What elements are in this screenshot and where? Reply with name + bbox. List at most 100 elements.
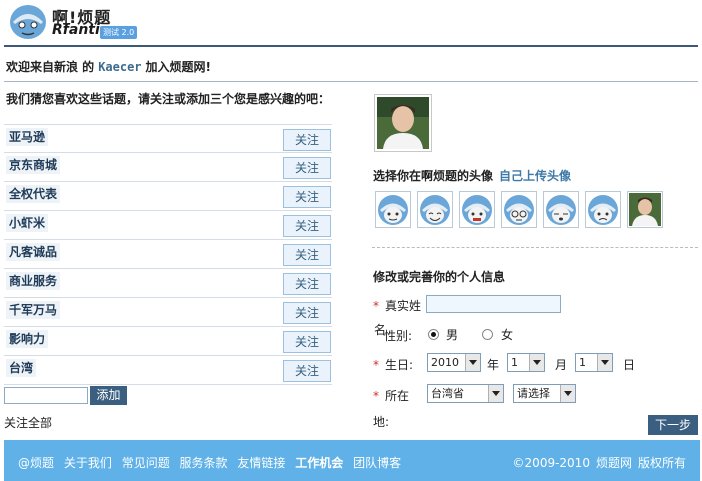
avatar-option-sad[interactable] [585,191,621,228]
default-face-icon [378,195,408,225]
topic-row: 千军万马 关注 [4,298,332,327]
section-divider [372,247,698,248]
follow-all-link[interactable]: 关注全部 [4,414,52,431]
topic-label[interactable]: 京东商城 [6,156,61,174]
month-unit: 月 [555,358,568,372]
site-name-en: Rfanti [52,22,100,38]
choose-avatar-label: 选择你在啊烦题的头像 [373,169,494,183]
footer: @烦题 关于我们 常见问题 服务条款 友情链接 工作机会 团队博客 ©2009-… [4,440,700,481]
copyright-site[interactable]: 烦题网 [596,456,632,470]
topic-label[interactable]: 商业服务 [6,272,61,290]
location-label: * 所在 [373,389,410,403]
avatar-option-glasses[interactable] [501,191,537,228]
avatar-option-smile[interactable] [417,191,453,228]
footer-copyright: ©2009-2010 烦题网 版权所有 [507,454,686,471]
gender-label: 性别: [384,329,413,343]
topic-list: 亚马逊 关注 京东商城 关注 全权代表 关注 小虾米 关注 凡客诚品 关注 商业… [4,124,332,385]
welcome-username[interactable]: Kaecer [98,60,141,74]
chevron-down-icon [529,354,544,371]
choose-avatar-heading: 选择你在啊烦题的头像 自己上传头像 [373,167,571,184]
chevron-down-icon [465,354,480,371]
gender-female-label: 女 [501,328,514,342]
copyright-years: ©2009-2010 [512,456,590,470]
topic-label[interactable]: 千军万马 [6,301,61,319]
birth-month-select[interactable]: 1 [507,353,545,372]
province-select[interactable]: 台湾省 [427,384,504,403]
topic-label[interactable]: 全权代表 [6,185,61,203]
birth-year-select[interactable]: 2010 [427,353,481,372]
add-topic-button[interactable]: 添加 [90,386,127,405]
topic-row: 京东商城 关注 [4,153,332,182]
copyright-rights: 版权所有 [637,456,686,470]
topic-row: 影响力 关注 [4,327,332,356]
logo-icon [10,5,46,39]
add-topic-input[interactable] [4,387,88,404]
birthday-label: * 生日: [373,358,414,372]
chevron-down-icon [488,385,503,402]
topic-row: 全权代表 关注 [4,182,332,211]
name-label: * 真实姓 [373,299,422,313]
version-badge: 测试 2.0 [100,26,138,39]
topic-label[interactable]: 小虾米 [6,214,49,232]
chevron-down-icon [560,385,575,402]
location-label-wrap: 地: [373,415,390,429]
footer-link-friends[interactable]: 友情链接 [237,456,285,470]
required-mark: * [373,299,379,313]
glasses-face-icon [504,195,534,225]
welcome-message: 欢迎来自新浪 的 Kaecer 加入烦题网! [6,58,211,75]
avatar-options [375,191,675,229]
follow-button[interactable]: 关注 [283,273,331,295]
topic-row: 亚马逊 关注 [4,124,332,153]
header-divider [4,45,698,47]
year-unit: 年 [487,358,500,372]
footer-link-terms[interactable]: 服务条款 [180,456,228,470]
avatar-option-grin[interactable] [459,191,495,228]
footer-link-home[interactable]: @烦题 [18,456,54,470]
topic-label[interactable]: 台湾 [6,359,37,377]
gender-female-radio[interactable] [482,329,493,340]
smile-face-icon [420,195,450,225]
avatar-option-ghost[interactable] [543,191,579,228]
follow-button[interactable]: 关注 [283,244,331,266]
follow-button[interactable]: 关注 [283,129,331,151]
gender-male-radio[interactable] [428,329,439,340]
upload-avatar-link[interactable]: 自己上传头像 [499,169,571,183]
footer-link-blog[interactable]: 团队博客 [353,456,401,470]
footer-link-jobs[interactable]: 工作机会 [295,456,343,470]
welcome-suffix: 加入烦题网! [145,60,212,74]
topic-label[interactable]: 影响力 [6,330,49,348]
follow-button[interactable]: 关注 [283,302,331,324]
chevron-down-icon [597,354,612,371]
footer-link-about[interactable]: 关于我们 [64,456,112,470]
topics-heading: 我们猜您喜欢这些话题，请关注或添加三个您是感兴趣的吧： [6,92,331,106]
day-unit: 日 [623,358,636,372]
grin-face-icon [462,195,492,225]
avatar-option-photo[interactable] [627,191,663,228]
user-photo-icon [377,97,429,149]
welcome-divider [4,81,698,82]
gender-male-label: 男 [446,328,459,342]
topic-row: 商业服务 关注 [4,269,332,298]
footer-links: @烦题 关于我们 常见问题 服务条款 友情链接 工作机会 团队博客 [18,454,407,471]
next-step-button[interactable]: 下一步 [648,415,698,435]
current-avatar [374,94,432,152]
topic-row: 凡客诚品 关注 [4,240,332,269]
follow-button[interactable]: 关注 [283,157,331,179]
follow-button[interactable]: 关注 [283,215,331,237]
header: 啊!烦题 Rfanti 测试 2.0 [0,0,702,44]
birth-day-select[interactable]: 1 [575,353,613,372]
footer-link-faq[interactable]: 常见问题 [122,456,170,470]
topic-label[interactable]: 亚马逊 [6,128,49,146]
topic-label[interactable]: 凡客诚品 [6,243,61,261]
real-name-input[interactable] [426,295,561,313]
photo-avatar-icon [629,193,661,226]
topic-row: 小虾米 关注 [4,211,332,240]
ghost-face-icon [546,195,576,225]
sad-face-icon [588,195,618,225]
follow-button[interactable]: 关注 [283,331,331,353]
avatar-option-default[interactable] [375,191,411,228]
profile-heading: 修改或完善你的个人信息 [373,270,506,284]
follow-button[interactable]: 关注 [283,360,331,382]
city-select[interactable]: 请选择 [513,384,576,403]
follow-button[interactable]: 关注 [283,186,331,208]
